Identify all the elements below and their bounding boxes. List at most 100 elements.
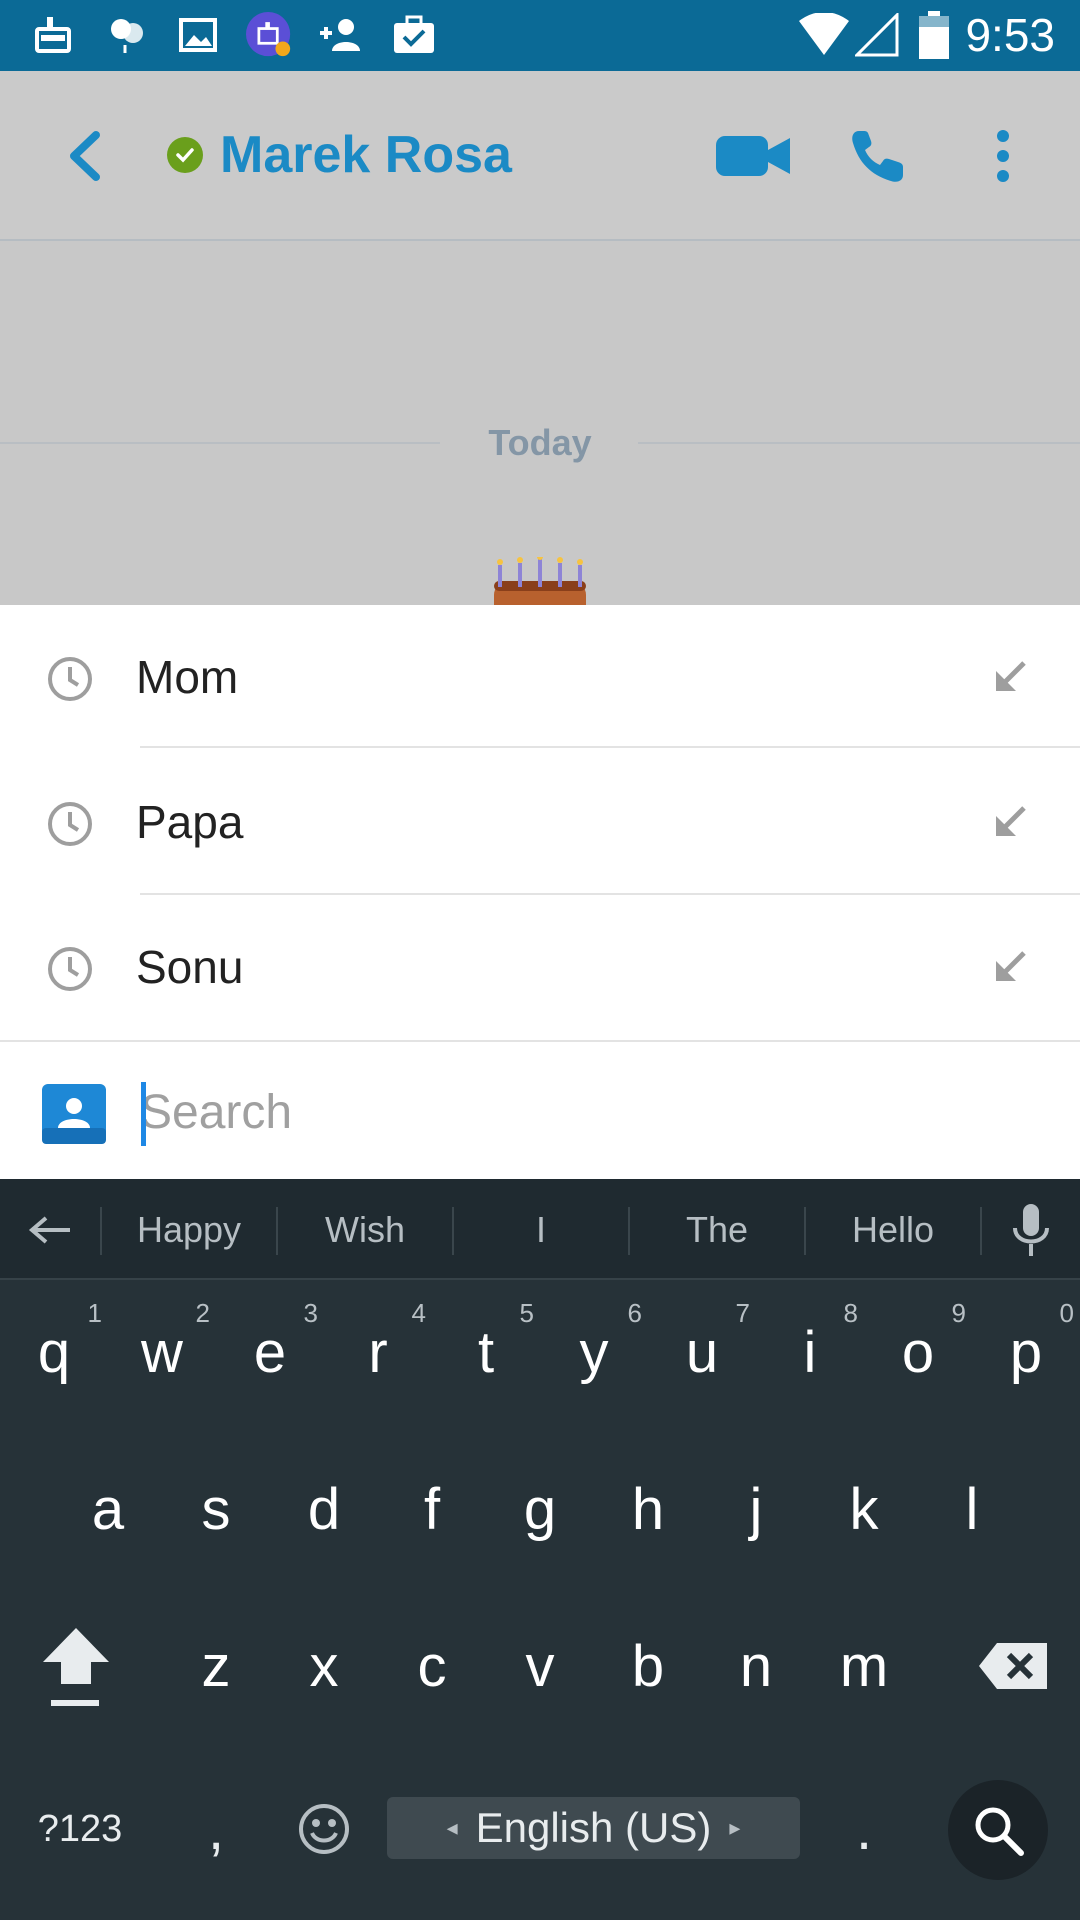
soft-keyboard: Happy Wish I The Hello q1 w2 e3 r4 t5 y6… [0, 1179, 1080, 1920]
key-h[interactable]: h [594, 1459, 702, 1559]
key-label: s [201, 1476, 231, 1542]
key-e[interactable]: e3 [216, 1298, 324, 1402]
key-r[interactable]: r4 [324, 1298, 432, 1402]
voice-call-button[interactable] [848, 121, 908, 191]
fill-query-arrow-icon[interactable] [990, 802, 1030, 842]
suggestion-item[interactable]: Mom [0, 605, 1080, 750]
key-label: v [525, 1633, 555, 1699]
wifi-icon [797, 12, 851, 58]
symbols-key[interactable]: ?123 [20, 1779, 140, 1879]
key-l[interactable]: l [918, 1459, 1026, 1559]
key-hint: 2 [195, 1298, 210, 1328]
contact-name[interactable]: Marek Rosa [220, 123, 512, 187]
key-b[interactable]: b [594, 1616, 702, 1716]
comma-key[interactable]: , [162, 1779, 270, 1879]
emoji-key[interactable] [270, 1779, 378, 1879]
key-f[interactable]: f [378, 1459, 486, 1559]
key-n[interactable]: n [702, 1616, 810, 1716]
suggestion-item[interactable]: Papa [0, 750, 1080, 895]
video-camera-icon [716, 136, 790, 176]
key-m[interactable]: m [810, 1616, 918, 1716]
phone-icon [852, 131, 903, 182]
cleaner-icon [30, 12, 76, 58]
history-clock-icon [48, 657, 92, 701]
conversation-area: Today [0, 241, 1080, 605]
key-o[interactable]: o9 [864, 1298, 972, 1402]
key-v[interactable]: v [486, 1616, 594, 1716]
search-bar [0, 1040, 1080, 1179]
key-label: d [307, 1476, 341, 1542]
key-label: l [965, 1476, 979, 1542]
key-y[interactable]: y6 [540, 1298, 648, 1402]
key-label: u [685, 1319, 719, 1385]
suggestion-label: Mom [136, 651, 239, 703]
key-u[interactable]: u7 [648, 1298, 756, 1402]
shift-arrow-icon [43, 1628, 109, 1706]
key-a[interactable]: a [54, 1459, 162, 1559]
key-label: r [368, 1319, 388, 1385]
word-suggestion[interactable]: I [454, 1179, 628, 1280]
key-k[interactable]: k [810, 1459, 918, 1559]
video-call-button[interactable] [716, 121, 790, 191]
key-t[interactable]: t5 [432, 1298, 540, 1402]
task-icon [391, 12, 437, 58]
key-d[interactable]: d [270, 1459, 378, 1559]
key-hint: 3 [303, 1298, 318, 1328]
word-suggestion[interactable]: Happy [102, 1179, 276, 1280]
key-z[interactable]: z [162, 1616, 270, 1716]
key-i[interactable]: i8 [756, 1298, 864, 1402]
key-hint: 6 [627, 1298, 642, 1328]
key-j[interactable]: j [702, 1459, 810, 1559]
key-hint: 9 [951, 1298, 966, 1328]
date-divider: Today [488, 422, 592, 463]
voice-input-button[interactable] [982, 1179, 1080, 1280]
back-button[interactable] [52, 121, 122, 191]
fill-query-arrow-icon[interactable] [990, 947, 1030, 987]
period-key[interactable]: . [810, 1779, 918, 1879]
key-x[interactable]: x [270, 1616, 378, 1716]
key-label: b [631, 1633, 665, 1699]
keyboard-suggestion-strip: Happy Wish I The Hello [0, 1179, 1080, 1280]
word-suggestion[interactable]: Wish [278, 1179, 452, 1280]
word-suggestion[interactable]: Hello [806, 1179, 980, 1280]
space-key[interactable]: ◂ English (US) ▸ [387, 1797, 800, 1859]
key-q[interactable]: q1 [0, 1298, 108, 1402]
more-vertical-icon [997, 130, 1009, 182]
status-time: 9:53 [965, 9, 1055, 61]
search-action-key[interactable] [948, 1780, 1048, 1880]
key-c[interactable]: c [378, 1616, 486, 1716]
key-label: o [901, 1319, 935, 1385]
search-icon [975, 1807, 1024, 1856]
key-label: i [803, 1319, 817, 1385]
suggestion-item[interactable]: Sonu [0, 895, 1080, 1040]
key-label: y [579, 1319, 609, 1385]
key-hint: 5 [519, 1298, 534, 1328]
app-notification-icon [246, 12, 292, 58]
key-label: f [423, 1476, 441, 1542]
word-suggestion[interactable]: The [630, 1179, 804, 1280]
back-arrow-icon [70, 131, 100, 181]
backspace-icon [979, 1643, 1047, 1689]
key-p[interactable]: p0 [972, 1298, 1080, 1402]
birthday-cake-icon [494, 557, 586, 605]
key-g[interactable]: g [486, 1459, 594, 1559]
shift-key[interactable] [20, 1611, 132, 1721]
key-s[interactable]: s [162, 1459, 270, 1559]
backspace-key[interactable] [958, 1616, 1068, 1716]
key-label: z [201, 1633, 231, 1699]
contact-card-icon [42, 1084, 106, 1144]
key-label: g [523, 1476, 557, 1542]
key-label: e [253, 1319, 287, 1385]
key-label: c [417, 1633, 447, 1699]
caret-left-icon: ◂ [446, 1815, 458, 1840]
key-label: n [739, 1633, 773, 1699]
search-suggestions: Mom Papa Sonu [0, 605, 1080, 1040]
key-w[interactable]: w2 [108, 1298, 216, 1402]
hide-suggestions-button[interactable] [0, 1179, 100, 1280]
fill-query-arrow-icon[interactable] [990, 657, 1030, 697]
text-cursor [141, 1082, 146, 1146]
more-options-button[interactable] [986, 121, 1020, 191]
key-label: q [37, 1319, 71, 1385]
caret-right-icon: ▸ [729, 1815, 741, 1840]
search-input[interactable] [140, 1074, 1020, 1150]
